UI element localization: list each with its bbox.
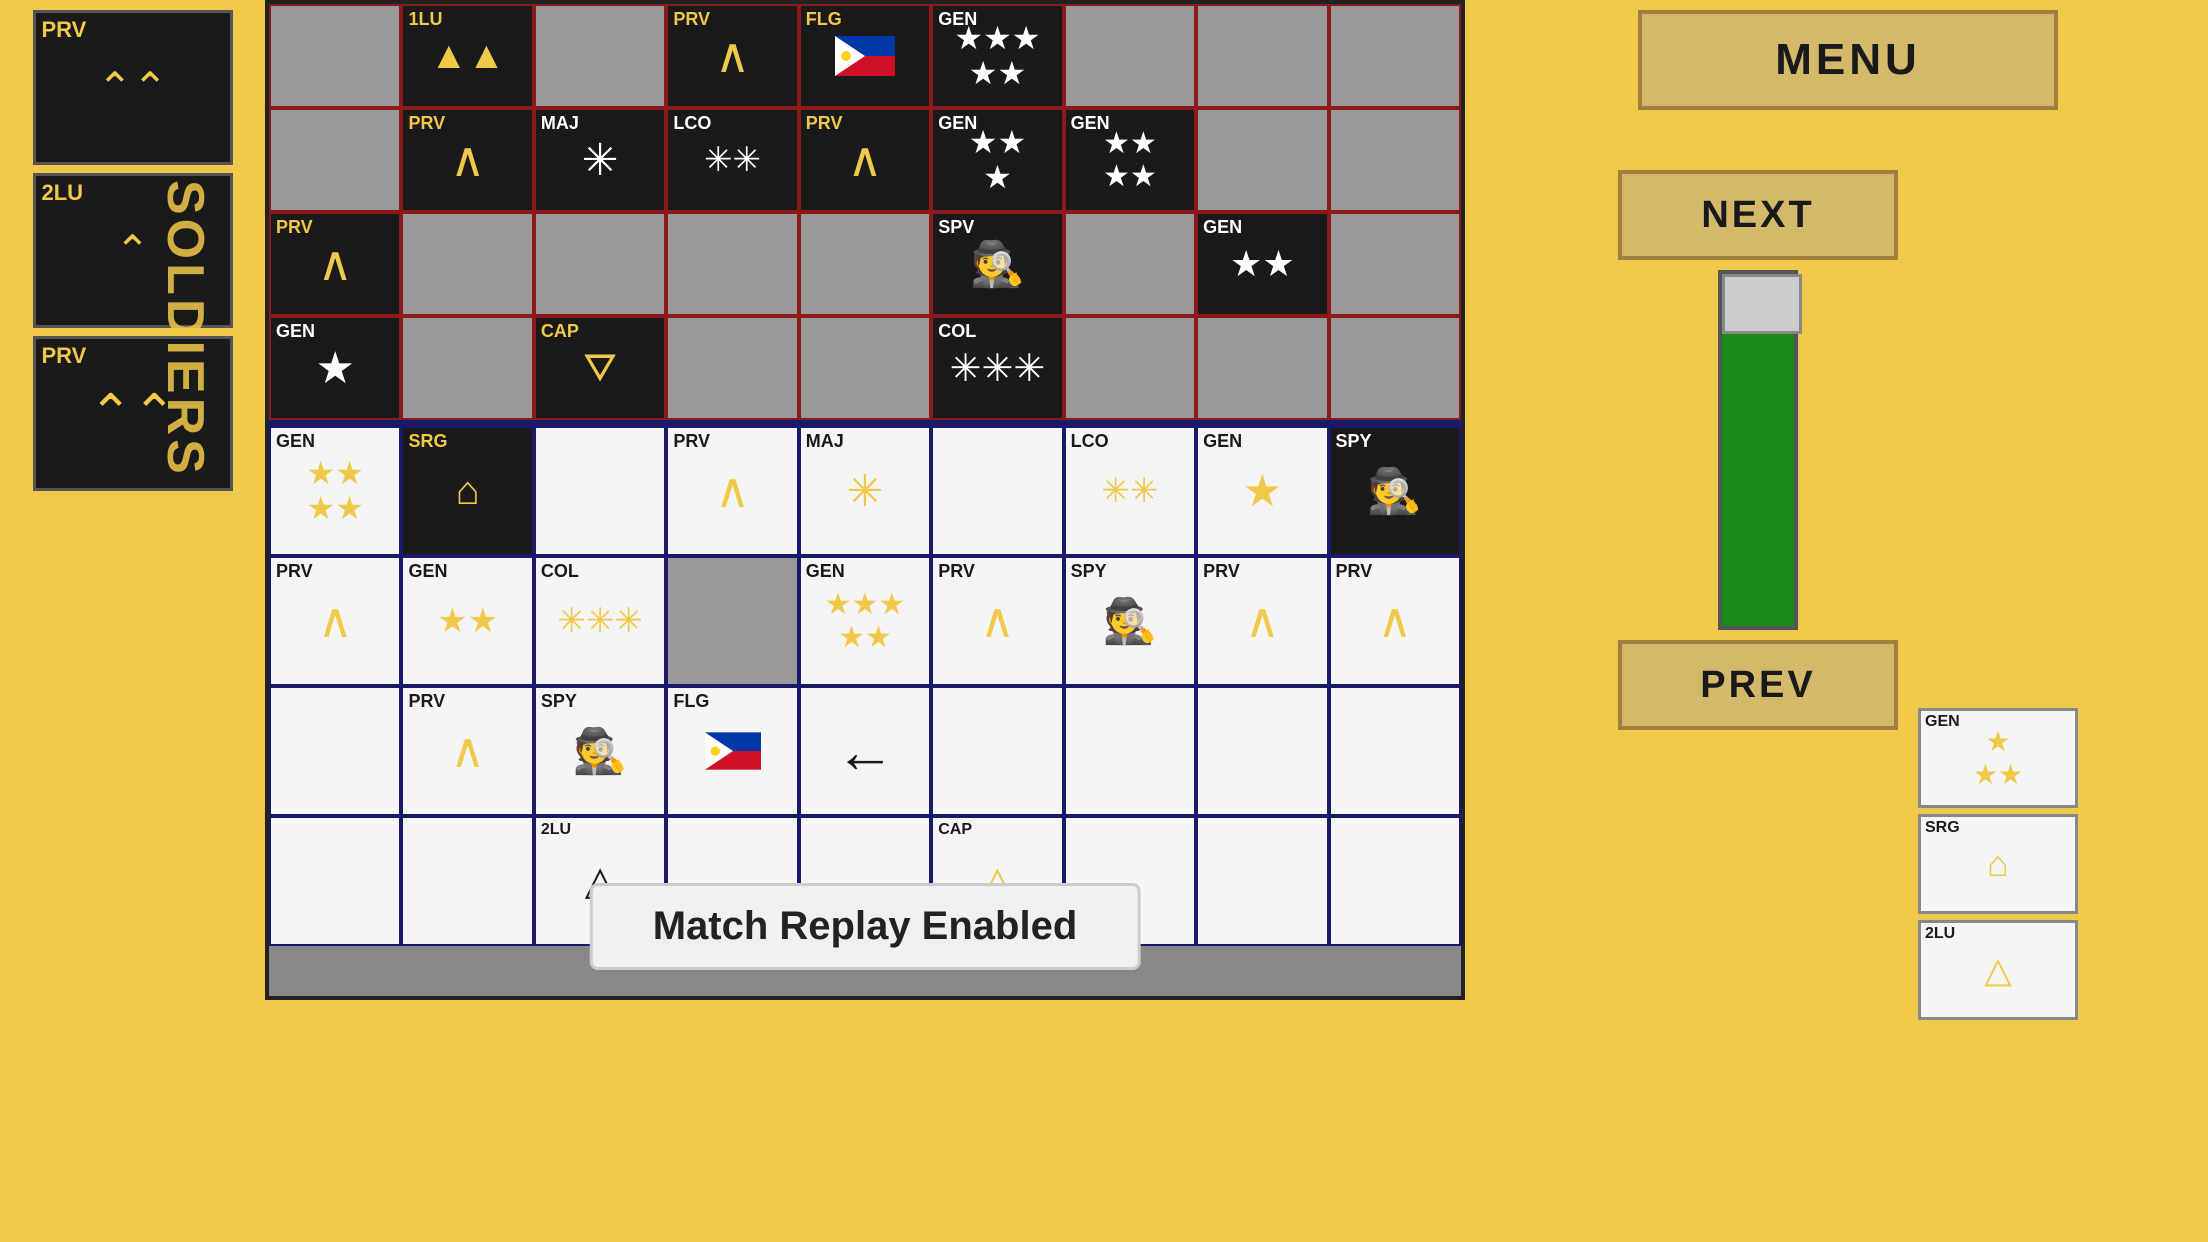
cell-b1-0: PRV ∧ — [269, 556, 401, 686]
cell-t0-5: GEN ★★★★★ — [931, 4, 1063, 108]
cell-t2-4 — [799, 212, 931, 316]
cell-t2-1 — [401, 212, 533, 316]
slider-thumb[interactable] — [1722, 274, 1802, 334]
cell-b0-3: PRV ∧ — [666, 426, 798, 556]
cell-t0-0 — [269, 4, 401, 108]
cell-t2-5: SPV 🕵 — [931, 212, 1063, 316]
cell-b2-0 — [269, 686, 401, 816]
flag-ph-icon: ✦ — [835, 36, 895, 76]
left-soldiers-label: SOLDIERS — [155, 180, 215, 478]
right-panel: MENU NEXT PREV SOLDIERS GEN ★★★ SRG ⌂ — [1488, 0, 2208, 1242]
cell-t1-0 — [269, 108, 401, 212]
cell-b2-2: SPY 🕵 — [534, 686, 666, 816]
cell-t3-5: COL ✳✳✳ — [931, 316, 1063, 420]
cell-t2-8 — [1329, 212, 1461, 316]
left-icon-2: ⌃ — [115, 230, 150, 272]
notification-text: Match Replay Enabled — [653, 904, 1078, 948]
menu-button[interactable]: MENU — [1638, 10, 2058, 110]
cell-t3-6 — [1064, 316, 1196, 420]
cell-t0-3: PRV ∧ — [666, 4, 798, 108]
cell-b1-3 — [666, 556, 798, 686]
cell-t3-1 — [401, 316, 533, 420]
cell-t0-6 — [1064, 4, 1196, 108]
left-icon-1: ⌃⌃ — [97, 67, 167, 109]
cell-b2-7 — [1196, 686, 1328, 816]
cell-b3-0 — [269, 816, 401, 946]
cell-t1-5: GEN ★★★ — [931, 108, 1063, 212]
left-tile-prv: PRV ⌃⌃ — [33, 10, 233, 165]
cell-b2-6 — [1064, 686, 1196, 816]
cell-b1-6: SPY 🕵 — [1064, 556, 1196, 686]
cell-t1-7 — [1196, 108, 1328, 212]
svg-text:✦: ✦ — [843, 52, 850, 61]
cell-t0-7 — [1196, 4, 1328, 108]
cell-t3-2: CAP ⛛ — [534, 316, 666, 420]
cell-t2-3 — [666, 212, 798, 316]
cell-b2-1: PRV ∧ — [401, 686, 533, 816]
cell-t3-7 — [1196, 316, 1328, 420]
cell-t1-3: LCO ✳✳ — [666, 108, 798, 212]
cell-b1-2: COL ✳✳✳ — [534, 556, 666, 686]
cell-t1-8 — [1329, 108, 1461, 212]
cell-b1-8: PRV ∧ — [1329, 556, 1461, 686]
flag-ph-bottom-icon — [705, 732, 761, 770]
cell-t1-6: GEN ★★★★ — [1064, 108, 1196, 212]
cell-t0-4: FLG ✦ — [799, 4, 931, 108]
cell-b3-7 — [1196, 816, 1328, 946]
cell-t1-1: PRV ∧ — [401, 108, 533, 212]
cell-b1-7: PRV ∧ — [1196, 556, 1328, 686]
cell-t3-4 — [799, 316, 931, 420]
slider-track[interactable] — [1718, 270, 1798, 630]
cell-b0-2 — [534, 426, 666, 556]
small-tile-gen: GEN ★★★ — [1918, 708, 2078, 808]
cell-t1-2: MAJ ✳ — [534, 108, 666, 212]
next-button[interactable]: NEXT — [1618, 170, 1898, 260]
left-rank-label-3: PRV — [42, 343, 87, 369]
cell-b0-5 — [931, 426, 1063, 556]
cell-t2-2 — [534, 212, 666, 316]
cell-t2-7: GEN ★★ — [1196, 212, 1328, 316]
cell-t2-6 — [1064, 212, 1196, 316]
left-rank-label-2: 2LU — [42, 180, 84, 206]
cell-t0-8 — [1329, 4, 1461, 108]
left-rank-label-1: PRV — [42, 17, 87, 43]
main-board: 1LU ▲▲ PRV ∧ FLG ✦ GEN — [265, 0, 1465, 1000]
cell-t3-8 — [1329, 316, 1461, 420]
cell-b0-7: GEN ★ — [1196, 426, 1328, 556]
cell-b2-5 — [931, 686, 1063, 816]
cell-b0-1: SRG ⌂ — [401, 426, 533, 556]
cell-b1-5: PRV ∧ — [931, 556, 1063, 686]
small-tiles-container: GEN ★★★ SRG ⌂ 2LU △ — [1918, 708, 2078, 1020]
top-grid: 1LU ▲▲ PRV ∧ FLG ✦ GEN — [269, 4, 1461, 416]
cell-b0-8: SPY 🕵 — [1329, 426, 1461, 556]
cell-b0-6: LCO ✳✳ — [1064, 426, 1196, 556]
cell-b2-4: ← — [799, 686, 931, 816]
cell-b2-3: FLG — [666, 686, 798, 816]
cell-t3-3 — [666, 316, 798, 420]
notification-banner: Match Replay Enabled — [590, 883, 1141, 970]
prev-button[interactable]: PREV — [1618, 640, 1898, 730]
top-board: 1LU ▲▲ PRV ∧ FLG ✦ GEN — [265, 0, 1465, 420]
cell-t0-1: 1LU ▲▲ — [401, 4, 533, 108]
cell-t1-4: PRV ∧ — [799, 108, 931, 212]
cell-b1-1: GEN ★★ — [401, 556, 533, 686]
right-soldiers-label: SOLDIERS — [1958, 390, 2018, 688]
cell-t0-2 — [534, 4, 666, 108]
cell-b0-4: MAJ ✳ — [799, 426, 931, 556]
cell-t3-0: GEN ★ — [269, 316, 401, 420]
small-tile-2lu: 2LU △ — [1918, 920, 2078, 1020]
slider-container — [1718, 270, 1798, 630]
cell-b0-0: GEN ★★★★ — [269, 426, 401, 556]
cell-b3-1 — [401, 816, 533, 946]
small-tile-srg: SRG ⌂ — [1918, 814, 2078, 914]
cell-b3-8 — [1329, 816, 1461, 946]
left-panel: PRV ⌃⌃ 2LU ⌃ PRV ⌃⌃ SOLDIERS — [0, 0, 265, 820]
cell-t2-0: PRV ∧ — [269, 212, 401, 316]
cell-b1-4: GEN ★★★★★ — [799, 556, 931, 686]
cell-b2-8 — [1329, 686, 1461, 816]
